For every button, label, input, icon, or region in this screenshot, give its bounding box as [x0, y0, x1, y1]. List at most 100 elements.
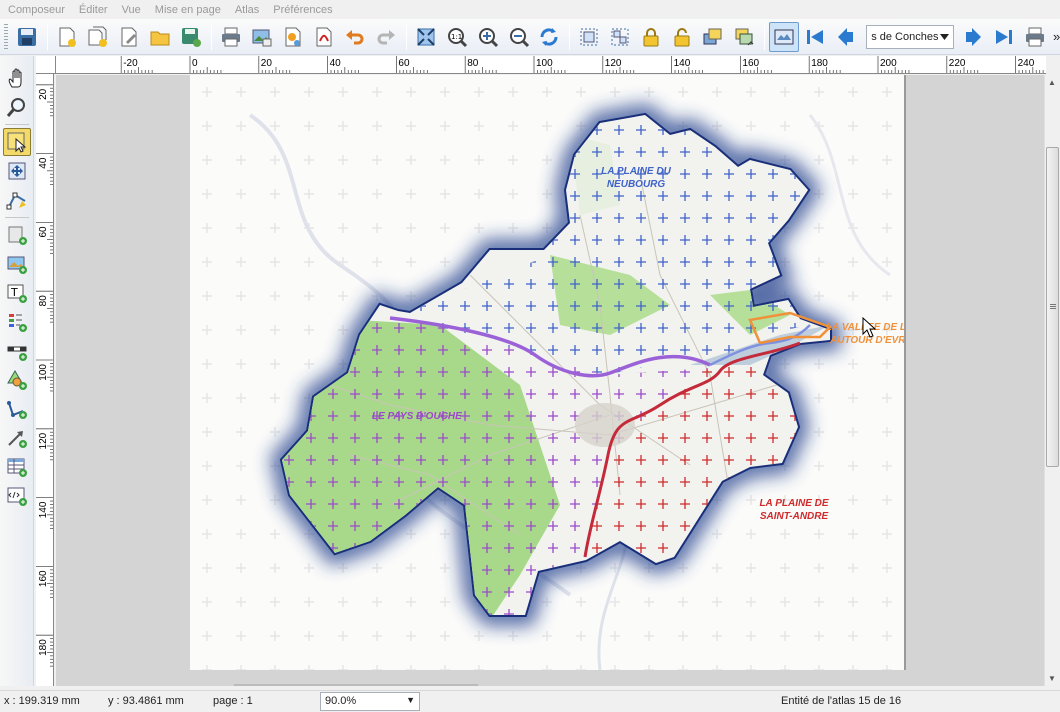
- group-items-button[interactable]: [574, 22, 604, 52]
- ruler-tick-label: 40: [330, 58, 342, 69]
- save-template-button[interactable]: [176, 22, 206, 52]
- undo-button[interactable]: [340, 22, 370, 52]
- ungroup-items-button[interactable]: [605, 22, 635, 52]
- add-html-icon: [7, 487, 27, 506]
- add-image-button[interactable]: [3, 250, 31, 278]
- add-label-icon: T: [7, 284, 27, 303]
- ruler-tick-label: 160: [742, 58, 759, 69]
- align-items-button[interactable]: [729, 22, 759, 52]
- menu-composeur[interactable]: Composeur: [4, 4, 69, 16]
- scroll-up-arrow-icon[interactable]: ▲: [1048, 78, 1056, 87]
- move-content-tool-button[interactable]: [3, 157, 31, 185]
- group-icon: [580, 28, 598, 45]
- refresh-button[interactable]: [535, 22, 565, 52]
- add-html-frame-button[interactable]: [3, 482, 31, 510]
- ruler-tick-label: 20: [38, 88, 49, 100]
- menubar: Composeur Éditer Vue Mise en page Atlas …: [0, 0, 1060, 19]
- horizontal-ruler: -20 0 20 40 60 80 100 120 140 160 180 200 220 240: [56, 56, 1046, 74]
- save-project-button[interactable]: [12, 22, 42, 52]
- atlas-next-button[interactable]: [958, 22, 988, 52]
- add-attribute-table-button[interactable]: [3, 453, 31, 481]
- composition-page: LA PLAINE DU NEUBOURG LE PAYS D'OUCHE LA…: [190, 75, 911, 671]
- add-legend-button[interactable]: [3, 308, 31, 336]
- print-icon: [221, 27, 240, 46]
- add-nodes-item-button[interactable]: [3, 395, 31, 423]
- ruler-tick-label: 120: [605, 58, 622, 69]
- lock-items-button[interactable]: [636, 22, 666, 52]
- vertical-ruler: 20 40 60 80 100 120 140 160 180: [36, 74, 54, 686]
- scroll-down-arrow-icon[interactable]: ▼: [1048, 674, 1056, 683]
- atlas-feature-select[interactable]: s de Conches: [866, 24, 955, 49]
- composition-canvas[interactable]: LA PLAINE DU NEUBOURG LE PAYS D'OUCHE LA…: [56, 75, 1044, 686]
- ruler-corner: [36, 56, 56, 74]
- toolbar-overflow-button[interactable]: »: [1053, 29, 1060, 44]
- zoom-full-button[interactable]: [411, 22, 441, 52]
- menu-vue[interactable]: Vue: [118, 4, 145, 16]
- save-template-icon: [181, 27, 201, 47]
- edit-nodes-tool-button[interactable]: [3, 186, 31, 214]
- zoom-actual-icon: 1:1: [447, 27, 467, 47]
- redo-button[interactable]: [371, 22, 401, 52]
- atlas-first-button[interactable]: [800, 22, 830, 52]
- toolbar-separator: [4, 217, 29, 218]
- add-image-icon: [7, 256, 27, 274]
- menu-editer[interactable]: Éditer: [75, 4, 112, 16]
- folder-open-icon: [150, 31, 170, 45]
- zoom-level-select[interactable]: 90.0% ▼: [320, 692, 420, 711]
- atlas-last-button[interactable]: [989, 22, 1019, 52]
- menu-preferences[interactable]: Préférences: [269, 4, 336, 16]
- zoom-actual-button[interactable]: 1:1: [442, 22, 472, 52]
- new-composer-button[interactable]: [52, 22, 82, 52]
- move-content-icon: [8, 162, 25, 180]
- atlas-previous-button[interactable]: [831, 22, 861, 52]
- ruler-tick-label: 240: [1018, 58, 1035, 69]
- zoom-in-button[interactable]: [473, 22, 503, 52]
- zoom-full-icon: [416, 27, 435, 46]
- add-arrow-button[interactable]: [3, 424, 31, 452]
- menu-mise-en-page[interactable]: Mise en page: [151, 4, 225, 16]
- raise-items-button[interactable]: [698, 22, 728, 52]
- ruler-tick-label: 0: [192, 58, 198, 69]
- composer-manager-button[interactable]: [114, 22, 144, 52]
- export-pdf-button[interactable]: [309, 22, 339, 52]
- edit-nodes-icon: [6, 192, 26, 210]
- composer-manager-icon: [121, 27, 137, 46]
- zoom-tool-button[interactable]: [3, 93, 31, 121]
- chevron-down-icon: ▼: [406, 695, 415, 705]
- zoom-out-button[interactable]: [504, 22, 534, 52]
- ruler-tick-label: 20: [261, 58, 273, 69]
- next-feature-icon: [966, 27, 982, 46]
- ruler-tick-label: 100: [38, 364, 49, 381]
- atlas-print-button[interactable]: [1020, 22, 1050, 52]
- vertical-scrollbar-thumb[interactable]: [1046, 147, 1059, 467]
- add-scalebar-button[interactable]: [3, 337, 31, 365]
- export-pdf-icon: [316, 27, 332, 46]
- ruler-tick-label: 200: [880, 58, 897, 69]
- main-toolbar: 1:1 s de Conches »: [0, 19, 1060, 55]
- export-image-button[interactable]: [247, 22, 277, 52]
- map-label-neubourg-line1: LA PLAINE DU: [601, 166, 671, 177]
- chevron-down-icon: [940, 33, 950, 40]
- atlas-preview-button[interactable]: [769, 21, 800, 52]
- toolbar-grip[interactable]: [4, 23, 8, 50]
- save-icon: [17, 27, 36, 46]
- add-map-icon: [8, 226, 27, 245]
- map-label-ouche: LE PAYS D'OUCHE: [372, 411, 462, 422]
- menu-atlas[interactable]: Atlas: [231, 4, 263, 16]
- print-button[interactable]: [216, 22, 246, 52]
- export-svg-button[interactable]: [278, 22, 308, 52]
- last-feature-icon: [996, 29, 1013, 44]
- pan-tool-button[interactable]: [3, 64, 31, 92]
- select-move-tool-button[interactable]: [2, 128, 31, 156]
- toolbar-separator: [4, 124, 29, 125]
- vertical-scrollbar[interactable]: ▲ ▼: [1044, 75, 1060, 686]
- add-map-button[interactable]: [3, 221, 31, 249]
- lock-icon: [643, 27, 659, 46]
- new-composer-icon: [59, 27, 76, 47]
- add-label-button[interactable]: T: [3, 279, 31, 307]
- load-template-button[interactable]: [145, 22, 175, 52]
- add-shape-button[interactable]: [3, 366, 31, 394]
- map-item[interactable]: LA PLAINE DU NEUBOURG LE PAYS D'OUCHE LA…: [190, 75, 911, 671]
- duplicate-composer-button[interactable]: [83, 22, 113, 52]
- unlock-items-button[interactable]: [667, 22, 697, 52]
